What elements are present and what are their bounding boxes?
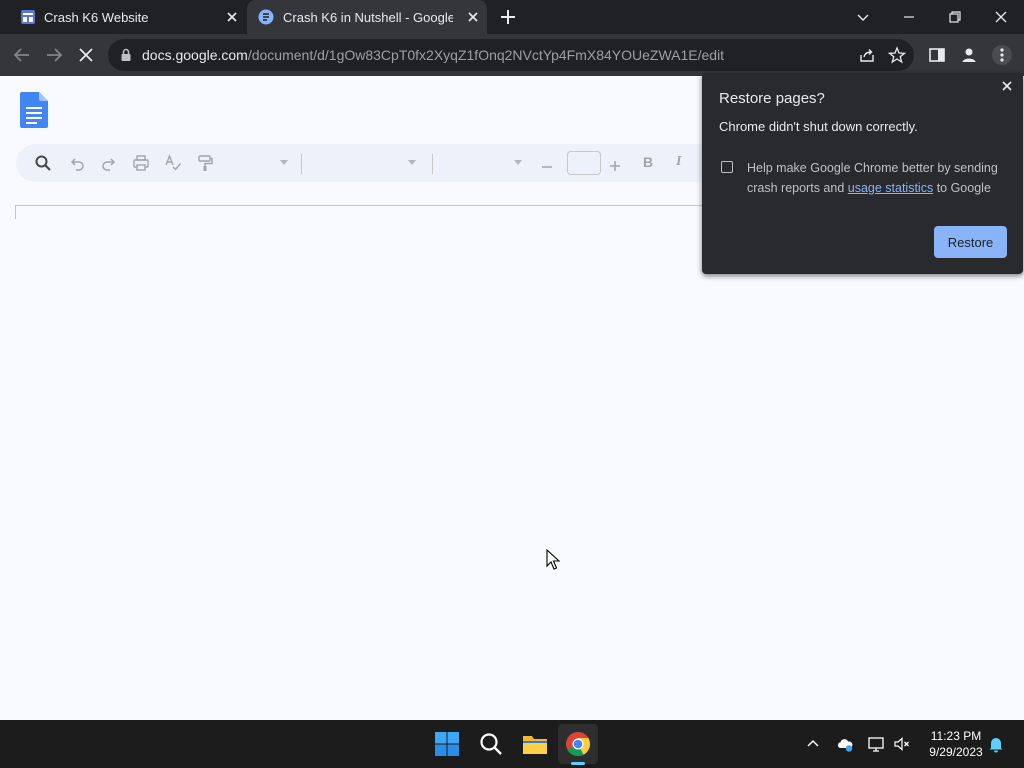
close-window-icon[interactable] xyxy=(989,5,1013,29)
undo-icon[interactable] xyxy=(68,154,86,172)
search-icon[interactable] xyxy=(34,154,52,172)
docs-toolbar: B I xyxy=(16,144,716,182)
font-dropdown-caret[interactable] xyxy=(514,160,522,165)
font-size-increase-icon[interactable] xyxy=(606,154,624,172)
close-icon[interactable] xyxy=(465,9,481,25)
checkbox-text-after: to Google xyxy=(933,181,991,195)
forward-icon[interactable] xyxy=(43,44,65,66)
address-bar[interactable]: docs.google.com/document/d/1gOw83CpT0fx2… xyxy=(108,39,914,71)
profile-avatar-icon[interactable] xyxy=(959,45,979,65)
taskbar-clock-date[interactable]: 9/29/2023 xyxy=(920,745,992,759)
tab-crash-k6-website[interactable]: Crash K6 Website xyxy=(8,0,246,34)
back-icon[interactable] xyxy=(11,44,33,66)
print-icon[interactable] xyxy=(132,154,150,172)
active-app-indicator xyxy=(571,762,585,765)
bookmark-star-icon[interactable] xyxy=(888,46,906,64)
notification-bell-icon[interactable] xyxy=(987,735,1005,753)
file-explorer-icon[interactable] xyxy=(521,730,549,758)
usage-statistics-link[interactable]: usage statistics xyxy=(848,181,933,195)
minimize-icon[interactable] xyxy=(897,5,921,29)
zoom-dropdown-caret[interactable] xyxy=(280,160,288,165)
website-builder-icon xyxy=(21,10,35,24)
redo-icon[interactable] xyxy=(100,154,118,172)
browser-toolbar: docs.google.com/document/d/1gOw83CpT0fx2… xyxy=(0,34,1024,76)
italic-button[interactable]: I xyxy=(676,154,681,170)
share-icon[interactable] xyxy=(858,46,876,64)
chevron-up-icon[interactable] xyxy=(804,735,822,753)
url-path: /document/d/1gOw83CpT0fx2XyqZ1fOnq2NVctY… xyxy=(247,47,725,63)
restore-window-icon[interactable] xyxy=(943,5,967,29)
close-icon[interactable] xyxy=(224,9,240,25)
taskbar-clock-time[interactable]: 11:23 PM xyxy=(920,729,992,743)
stop-loading-icon[interactable] xyxy=(75,44,97,66)
google-docs-logo[interactable] xyxy=(20,92,48,128)
tab-title: Crash K6 Website xyxy=(44,9,149,25)
font-size-decrease-icon[interactable] xyxy=(538,154,556,172)
plus-icon[interactable] xyxy=(498,7,518,27)
tab-search-chevron-icon[interactable] xyxy=(851,5,875,29)
tab-title: Crash K6 in Nutshell - Google Docs xyxy=(283,9,453,25)
paint-format-icon[interactable] xyxy=(196,154,214,172)
toolbar-divider xyxy=(432,154,433,174)
close-icon[interactable] xyxy=(999,78,1015,94)
onedrive-icon[interactable] xyxy=(836,735,854,753)
restore-button[interactable]: Restore xyxy=(934,226,1007,258)
tab-crash-k6-docs[interactable]: Crash K6 in Nutshell - Google Docs xyxy=(247,0,487,34)
side-panel-icon[interactable] xyxy=(927,45,947,65)
volume-muted-icon[interactable] xyxy=(893,735,911,753)
lock-icon[interactable] xyxy=(118,47,134,63)
ruler xyxy=(15,205,705,219)
search-icon[interactable] xyxy=(477,730,505,758)
google-docs-icon xyxy=(258,9,274,25)
popup-title: Restore pages? xyxy=(719,90,825,107)
windows-taskbar: 11:23 PM 9/29/2023 xyxy=(0,720,1024,768)
font-size-input[interactable] xyxy=(567,151,601,175)
crash-reports-label: Help make Google Chrome better by sendin… xyxy=(747,158,1007,198)
browser-tab-strip: Crash K6 Website Crash K6 in Nutshell - … xyxy=(0,0,1024,34)
restore-pages-popup: Restore pages? Chrome didn't shut down c… xyxy=(702,73,1023,274)
style-dropdown-caret[interactable] xyxy=(408,160,416,165)
toolbar-divider xyxy=(301,154,302,174)
network-icon[interactable] xyxy=(867,735,885,753)
url-text[interactable]: docs.google.com/document/d/1gOw83CpT0fx2… xyxy=(142,47,724,63)
chrome-menu-icon[interactable] xyxy=(992,45,1012,65)
url-host: docs.google.com xyxy=(142,47,248,63)
chrome-icon[interactable] xyxy=(564,730,592,758)
popup-subtitle: Chrome didn't shut down correctly. xyxy=(719,119,918,134)
mouse-pointer-icon xyxy=(546,549,560,570)
crash-reports-checkbox[interactable] xyxy=(721,161,733,173)
spellcheck-icon[interactable] xyxy=(164,154,182,172)
bold-button[interactable]: B xyxy=(643,154,653,170)
windows-start-icon[interactable] xyxy=(433,730,461,758)
